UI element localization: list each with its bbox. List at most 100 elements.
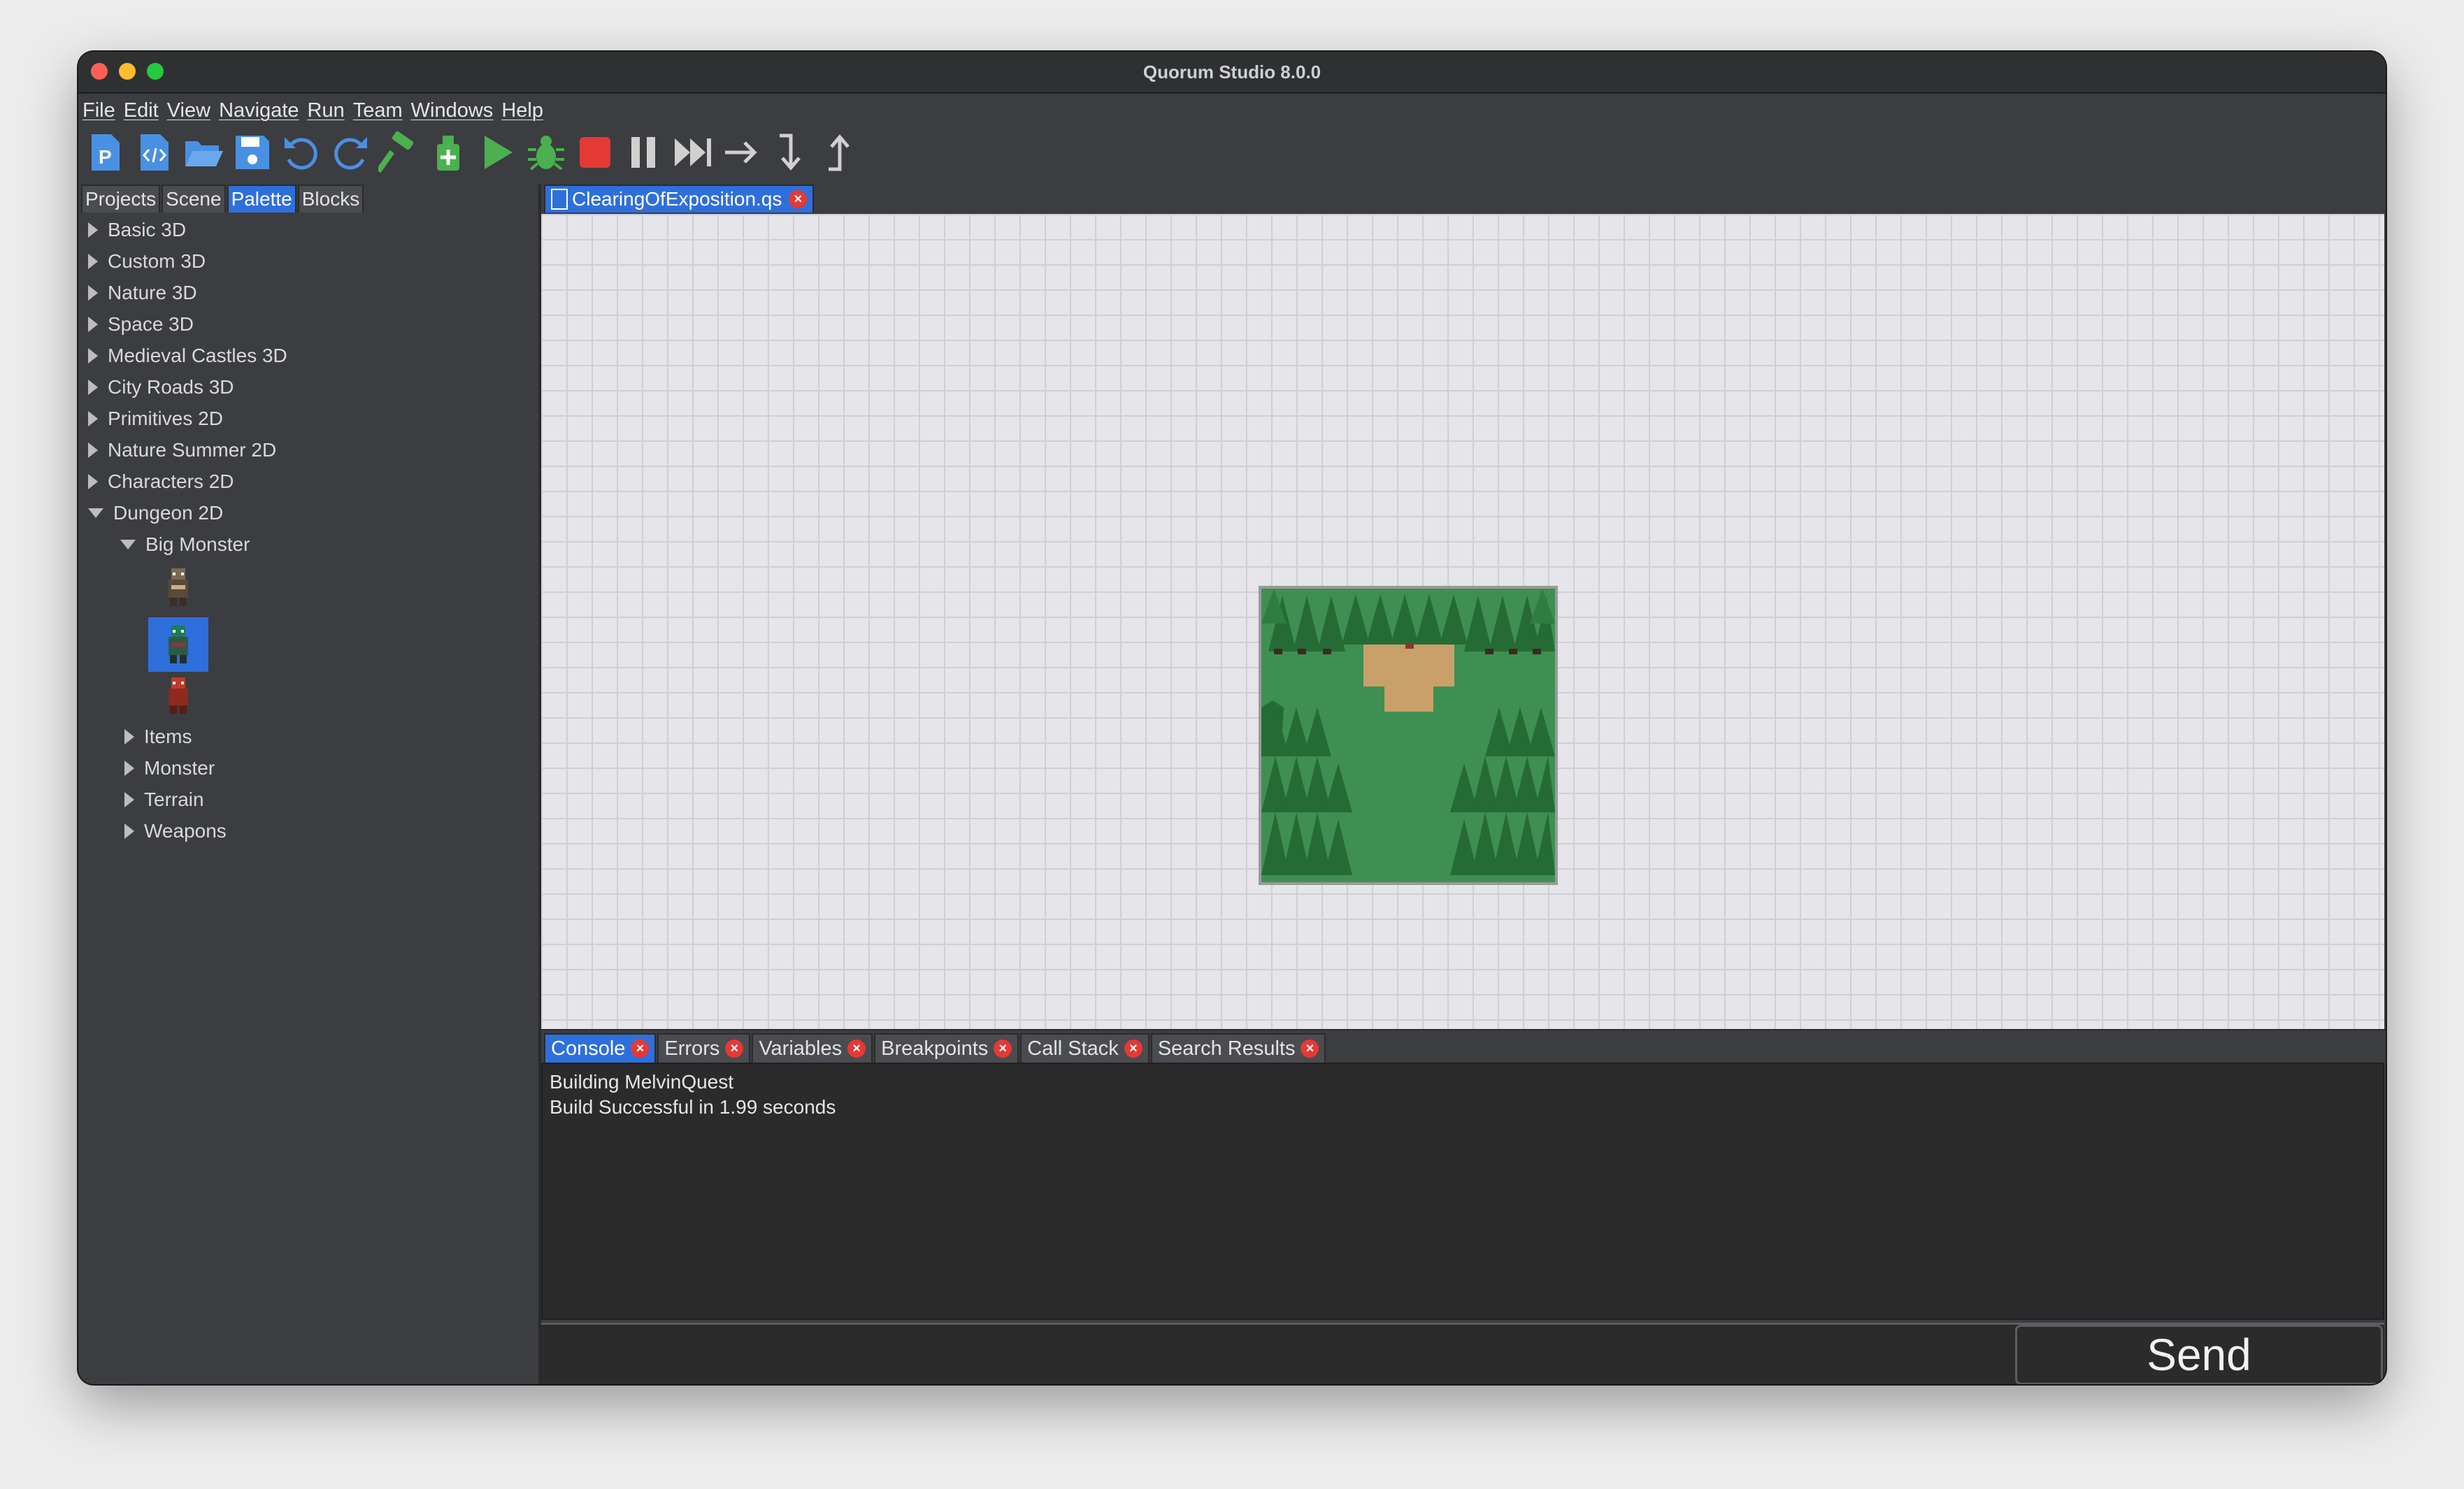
monster-sprite-icon: [169, 568, 188, 606]
menu-view[interactable]: View: [167, 99, 210, 122]
close-tab-icon[interactable]: ×: [725, 1040, 744, 1058]
close-tab-icon[interactable]: ×: [994, 1040, 1012, 1058]
menu-help[interactable]: Help: [501, 99, 543, 122]
tab-variables[interactable]: Variables ×: [752, 1033, 873, 1063]
tab-scene[interactable]: Scene: [162, 185, 226, 213]
monster-sprite-1[interactable]: [148, 560, 208, 614]
menu-navigate[interactable]: Navigate: [219, 99, 299, 122]
debug-button[interactable]: [524, 129, 568, 176]
scene-map[interactable]: [1259, 586, 1558, 885]
close-tab-icon[interactable]: ×: [631, 1040, 650, 1058]
console-line: Building MelvinQuest: [550, 1071, 734, 1093]
expand-arrow-icon: [88, 442, 98, 458]
palette-subgroup[interactable]: Items: [78, 721, 538, 752]
tab-label: Search Results: [1157, 1037, 1296, 1060]
palette-tree: Basic 3D Custom 3D Nature 3D Space 3D Me…: [78, 214, 538, 847]
expand-arrow-icon: [88, 316, 98, 332]
palette-category-label: Medieval Castles 3D: [108, 344, 287, 366]
palette-group-label: Big Monster: [145, 533, 250, 555]
title-bar: Quorum Studio 8.0.0: [78, 52, 2386, 94]
expand-arrow-icon: [124, 791, 134, 807]
monster-sprite-2-selected[interactable]: [148, 617, 208, 672]
clean-build-button[interactable]: [427, 129, 470, 176]
palette-asset-row: [78, 617, 538, 675]
tab-blocks[interactable]: Blocks: [297, 185, 364, 213]
step-over-icon: [725, 141, 757, 164]
close-tab-icon[interactable]: ×: [847, 1040, 866, 1058]
step-into-button[interactable]: [769, 129, 812, 176]
monster-sprite-3[interactable]: [148, 675, 208, 718]
palette-category[interactable]: Nature Summer 2D: [78, 434, 538, 466]
palette-category[interactable]: City Roads 3D: [78, 371, 538, 403]
pause-button[interactable]: [622, 129, 666, 176]
build-button[interactable]: [378, 129, 421, 176]
toolbar: P: [78, 126, 2386, 179]
open-folder-button[interactable]: [182, 129, 225, 176]
menu-run[interactable]: Run: [308, 99, 345, 122]
close-tab-icon[interactable]: ×: [1301, 1040, 1319, 1058]
step-over-button[interactable]: [720, 129, 764, 176]
menu-file[interactable]: File: [83, 99, 115, 122]
palette-group-big-monster[interactable]: Big Monster: [78, 528, 538, 560]
send-button[interactable]: Send: [2015, 1325, 2383, 1384]
left-panel: Projects Scene Palette Blocks Basic 3D C…: [78, 185, 541, 1384]
palette-category-dungeon-2d[interactable]: Dungeon 2D: [78, 497, 538, 528]
new-project-icon: P: [92, 134, 120, 171]
palette-asset-row: [78, 560, 538, 617]
continue-button[interactable]: [671, 129, 715, 176]
close-tab-icon[interactable]: ×: [1124, 1040, 1143, 1058]
palette-subgroup-label: Monster: [144, 756, 215, 779]
close-tab-icon[interactable]: ×: [789, 190, 808, 208]
step-out-icon: [829, 134, 850, 171]
tab-search-results[interactable]: Search Results ×: [1150, 1033, 1326, 1063]
palette-subgroup[interactable]: Weapons: [78, 815, 538, 847]
console-tabs: Console × Errors × Variables × Breakpoints ×…: [541, 1029, 2386, 1063]
tab-label: Variables: [759, 1037, 843, 1060]
tab-call-stack[interactable]: Call Stack ×: [1020, 1033, 1149, 1063]
tab-projects[interactable]: Projects: [81, 185, 161, 213]
tab-errors[interactable]: Errors ×: [657, 1033, 751, 1063]
tab-console[interactable]: Console ×: [544, 1033, 657, 1063]
editor-tabs: ClearingOfExposition.qs ×: [541, 185, 2386, 213]
redo-button[interactable]: [329, 129, 372, 176]
expand-arrow-icon: [124, 728, 134, 744]
console-input[interactable]: [541, 1325, 2018, 1384]
collapse-arrow-icon: [120, 539, 136, 549]
expand-arrow-icon: [88, 253, 98, 269]
menu-edit[interactable]: Edit: [124, 99, 159, 122]
save-button[interactable]: [231, 129, 274, 176]
palette-category[interactable]: Custom 3D: [78, 245, 538, 277]
tab-clearing-of-exposition[interactable]: ClearingOfExposition.qs ×: [544, 185, 815, 213]
palette-category[interactable]: Characters 2D: [78, 466, 538, 497]
tab-palette[interactable]: Palette: [227, 185, 296, 213]
palette-category[interactable]: Space 3D: [78, 308, 538, 340]
stop-icon: [580, 137, 610, 168]
new-project-button[interactable]: P: [84, 129, 127, 176]
palette-category-label: Space 3D: [108, 312, 194, 335]
tab-breakpoints[interactable]: Breakpoints ×: [874, 1033, 1019, 1063]
menu-bar: File Edit View Navigate Run Team Windows…: [78, 95, 2386, 126]
menu-team[interactable]: Team: [353, 99, 403, 122]
undo-button[interactable]: [280, 129, 323, 176]
expand-arrow-icon: [88, 347, 98, 364]
palette-category[interactable]: Nature 3D: [78, 277, 538, 308]
palette-category[interactable]: Medieval Castles 3D: [78, 340, 538, 371]
new-file-button[interactable]: [133, 129, 176, 176]
palette-asset-row: [78, 675, 538, 721]
palette-subgroup[interactable]: Monster: [78, 752, 538, 784]
run-button[interactable]: [475, 129, 519, 176]
undo-icon: [285, 137, 317, 170]
step-out-button[interactable]: [818, 129, 861, 176]
scene-canvas[interactable]: [541, 214, 2384, 1029]
expand-arrow-icon: [88, 473, 98, 489]
stop-button[interactable]: [573, 129, 617, 176]
palette-category[interactable]: Primitives 2D: [78, 403, 538, 434]
palette-subgroup-label: Weapons: [144, 819, 227, 842]
menu-windows[interactable]: Windows: [411, 99, 494, 122]
palette-subgroup[interactable]: Terrain: [78, 784, 538, 815]
palette-category-label: Custom 3D: [108, 250, 206, 272]
palette-category[interactable]: Basic 3D: [78, 214, 538, 245]
collapse-arrow-icon: [88, 508, 103, 518]
palette-subgroup-label: Terrain: [144, 788, 204, 810]
expand-arrow-icon: [124, 760, 134, 776]
